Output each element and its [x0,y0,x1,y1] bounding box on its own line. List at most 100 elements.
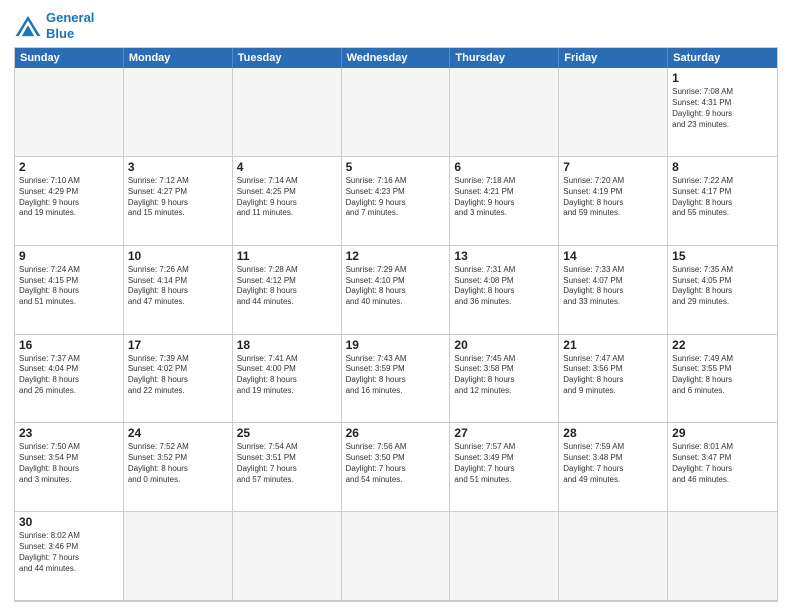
table-row: 17 Sunrise: 7:39 AM Sunset: 4:02 PM Dayli… [124,335,233,424]
day-info: Sunrise: 7:45 AM Sunset: 3:58 PM Dayligh… [454,354,554,397]
day-number: 28 [563,426,663,440]
table-row: 10 Sunrise: 7:26 AM Sunset: 4:14 PM Dayli… [124,246,233,335]
table-row [342,512,451,601]
table-row: 29 Sunrise: 8:01 AM Sunset: 3:47 PM Dayli… [668,423,777,512]
day-number: 17 [128,338,228,352]
day-number: 16 [19,338,119,352]
day-info: Sunrise: 7:52 AM Sunset: 3:52 PM Dayligh… [128,442,228,485]
day-number: 21 [563,338,663,352]
day-info: Sunrise: 7:59 AM Sunset: 3:48 PM Dayligh… [563,442,663,485]
table-row [15,68,124,157]
day-number: 7 [563,160,663,174]
calendar-body: 1 Sunrise: 7:08 AM Sunset: 4:31 PM Daylig… [15,68,777,601]
table-row: 15 Sunrise: 7:35 AM Sunset: 4:05 PM Dayli… [668,246,777,335]
day-info: Sunrise: 7:29 AM Sunset: 4:10 PM Dayligh… [346,265,446,308]
table-row: 7 Sunrise: 7:20 AM Sunset: 4:19 PM Daylig… [559,157,668,246]
logo-blue: Blue [46,26,74,41]
day-number: 3 [128,160,228,174]
day-number: 9 [19,249,119,263]
day-info: Sunrise: 7:28 AM Sunset: 4:12 PM Dayligh… [237,265,337,308]
day-number: 29 [672,426,773,440]
day-number: 23 [19,426,119,440]
day-info: Sunrise: 7:37 AM Sunset: 4:04 PM Dayligh… [19,354,119,397]
page: General Blue Sunday Monday Tuesday Wedne… [0,0,792,612]
table-row: 21Sunrise: 7:47 AM Sunset: 3:56 PM Dayli… [559,335,668,424]
table-row: 8Sunrise: 7:22 AM Sunset: 4:17 PM Daylig… [668,157,777,246]
day-number: 4 [237,160,337,174]
header-wednesday: Wednesday [342,48,451,68]
table-row [342,68,451,157]
day-info: Sunrise: 7:14 AM Sunset: 4:25 PM Dayligh… [237,176,337,219]
logo-general: General [46,10,94,25]
table-row: 4 Sunrise: 7:14 AM Sunset: 4:25 PM Daylig… [233,157,342,246]
day-info: Sunrise: 7:31 AM Sunset: 4:08 PM Dayligh… [454,265,554,308]
day-info: Sunrise: 7:54 AM Sunset: 3:51 PM Dayligh… [237,442,337,485]
day-number: 2 [19,160,119,174]
day-number: 15 [672,249,773,263]
header-tuesday: Tuesday [233,48,342,68]
day-number: 13 [454,249,554,263]
day-number: 24 [128,426,228,440]
table-row: 11 Sunrise: 7:28 AM Sunset: 4:12 PM Dayli… [233,246,342,335]
table-row: 14 Sunrise: 7:33 AM Sunset: 4:07 PM Dayli… [559,246,668,335]
table-row: 13 Sunrise: 7:31 AM Sunset: 4:08 PM Dayli… [450,246,559,335]
calendar: Sunday Monday Tuesday Wednesday Thursday… [14,47,778,602]
header-thursday: Thursday [450,48,559,68]
day-info: Sunrise: 7:41 AM Sunset: 4:00 PM Dayligh… [237,354,337,397]
day-number: 1 [672,71,773,85]
table-row: 27Sunrise: 7:57 AM Sunset: 3:49 PM Dayli… [450,423,559,512]
day-number: 22 [672,338,773,352]
table-row: 2 Sunrise: 7:10 AM Sunset: 4:29 PM Daylig… [15,157,124,246]
day-info: Sunrise: 8:02 AM Sunset: 3:46 PM Dayligh… [19,531,119,574]
day-info: Sunrise: 7:16 AM Sunset: 4:23 PM Dayligh… [346,176,446,219]
table-row: 16 Sunrise: 7:37 AM Sunset: 4:04 PM Dayli… [15,335,124,424]
day-info: Sunrise: 7:08 AM Sunset: 4:31 PM Dayligh… [672,87,773,130]
day-number: 19 [346,338,446,352]
day-info: Sunrise: 7:26 AM Sunset: 4:14 PM Dayligh… [128,265,228,308]
table-row: 25 Sunrise: 7:54 AM Sunset: 3:51 PM Dayli… [233,423,342,512]
day-number: 6 [454,160,554,174]
table-row: 23Sunrise: 7:50 AM Sunset: 3:54 PM Dayli… [15,423,124,512]
day-info: Sunrise: 7:39 AM Sunset: 4:02 PM Dayligh… [128,354,228,397]
header-monday: Monday [124,48,233,68]
table-row [124,68,233,157]
header-saturday: Saturday [668,48,777,68]
day-number: 12 [346,249,446,263]
table-row: 12 Sunrise: 7:29 AM Sunset: 4:10 PM Dayli… [342,246,451,335]
table-row [559,68,668,157]
table-row: 26Sunrise: 7:56 AM Sunset: 3:50 PM Dayli… [342,423,451,512]
day-number: 25 [237,426,337,440]
day-info: Sunrise: 7:10 AM Sunset: 4:29 PM Dayligh… [19,176,119,219]
day-number: 26 [346,426,446,440]
day-number: 8 [672,160,773,174]
generalblue-logo-icon [14,14,42,38]
day-info: Sunrise: 7:57 AM Sunset: 3:49 PM Dayligh… [454,442,554,485]
day-number: 5 [346,160,446,174]
day-number: 11 [237,249,337,263]
calendar-header: Sunday Monday Tuesday Wednesday Thursday… [15,48,777,68]
day-number: 14 [563,249,663,263]
table-row: 22Sunrise: 7:49 AM Sunset: 3:55 PM Dayli… [668,335,777,424]
table-row [233,68,342,157]
day-info: Sunrise: 8:01 AM Sunset: 3:47 PM Dayligh… [672,442,773,485]
table-row: 24 Sunrise: 7:52 AM Sunset: 3:52 PM Dayli… [124,423,233,512]
day-number: 20 [454,338,554,352]
table-row: 28 Sunrise: 7:59 AM Sunset: 3:48 PM Dayli… [559,423,668,512]
day-number: 10 [128,249,228,263]
logo-area: General Blue [14,10,94,41]
table-row: 18 Sunrise: 7:41 AM Sunset: 4:00 PM Dayli… [233,335,342,424]
table-row [233,512,342,601]
logo-text: General Blue [46,10,94,41]
day-info: Sunrise: 7:35 AM Sunset: 4:05 PM Dayligh… [672,265,773,308]
table-row [450,68,559,157]
day-number: 30 [19,515,119,529]
table-row [668,512,777,601]
day-info: Sunrise: 7:33 AM Sunset: 4:07 PM Dayligh… [563,265,663,308]
day-number: 18 [237,338,337,352]
day-info: Sunrise: 7:20 AM Sunset: 4:19 PM Dayligh… [563,176,663,219]
header-friday: Friday [559,48,668,68]
table-row: 19 Sunrise: 7:43 AM Sunset: 3:59 PM Dayli… [342,335,451,424]
table-row: 3Sunrise: 7:12 AM Sunset: 4:27 PM Daylig… [124,157,233,246]
day-info: Sunrise: 7:43 AM Sunset: 3:59 PM Dayligh… [346,354,446,397]
table-row: 9Sunrise: 7:24 AM Sunset: 4:15 PM Daylig… [15,246,124,335]
